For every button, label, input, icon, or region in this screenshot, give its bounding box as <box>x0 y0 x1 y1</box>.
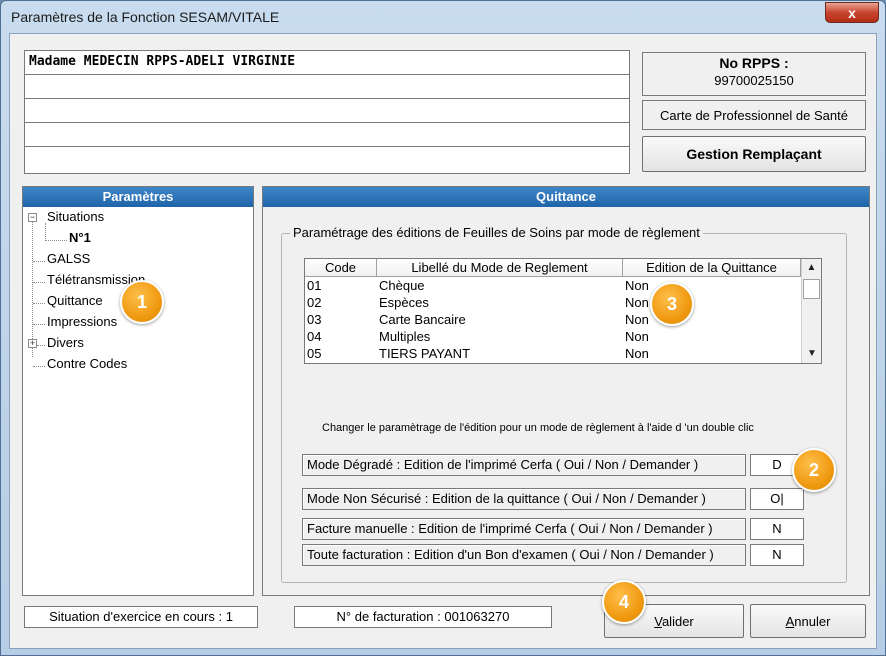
payment-mode-grid[interactable]: Code Libellé du Mode de Reglement Editio… <box>304 258 822 364</box>
column-header-edition[interactable]: Edition de la Quittance <box>623 259 801 276</box>
non-secure-mode-label: Mode Non Sécurisé : Edition de la quitta… <box>302 488 746 510</box>
annotation-badge: 1 <box>120 280 164 324</box>
rpps-label: No RPPS : <box>719 55 789 71</box>
cell-edition: Non <box>625 329 649 344</box>
annuler-button[interactable]: Annuler <box>750 604 866 638</box>
all-billing-label: Toute facturation : Edition d'un Bon d'e… <box>302 544 746 566</box>
column-header-code[interactable]: Code <box>305 259 377 276</box>
table-row[interactable]: 04 Multiples Non <box>305 328 821 345</box>
tree-line <box>45 223 46 241</box>
collapse-icon[interactable]: − <box>28 213 37 222</box>
scroll-up-icon[interactable]: ▲ <box>802 259 821 277</box>
tree-line <box>33 324 45 325</box>
tree-item-galss[interactable]: GALSS <box>47 251 90 266</box>
cell-edition: Non <box>625 346 649 361</box>
non-secure-mode-field[interactable]: O| <box>750 488 804 510</box>
parameters-header: Paramètres <box>23 187 253 207</box>
replacement-button[interactable]: Gestion Remplaçant <box>642 136 866 172</box>
close-button[interactable]: x <box>825 2 879 23</box>
card-type-label: Carte de Professionnel de Santé <box>660 107 848 123</box>
table-row[interactable]: 01 Chèque Non <box>305 277 821 294</box>
double-click-hint: Changer le paramètrage de l'édition pour… <box>322 422 754 434</box>
annotation-badge: 3 <box>650 282 694 326</box>
cell-edition: Non <box>625 278 649 293</box>
tree-item-n1[interactable]: N°1 <box>69 230 91 245</box>
cell-label: Carte Bancaire <box>379 312 466 327</box>
tree-item-impressions[interactable]: Impressions <box>47 314 117 329</box>
grid-scrollbar[interactable]: ▲ ▼ <box>801 259 821 363</box>
identity-line <box>25 99 629 123</box>
tree-item-divers[interactable]: Divers <box>47 335 84 350</box>
degraded-mode-label: Mode Dégradé : Edition de l'imprimé Cerf… <box>302 454 746 476</box>
status-facturation: N° de facturation : 001063270 <box>294 606 552 628</box>
tree-line <box>37 345 45 346</box>
cell-label: TIERS PAYANT <box>379 346 471 361</box>
tree-item-quittance[interactable]: Quittance <box>47 293 103 308</box>
tree-line <box>32 221 33 357</box>
all-billing-field[interactable]: N <box>750 544 804 566</box>
tree-line <box>45 240 67 241</box>
cell-label: Chèque <box>379 278 425 293</box>
dialog-window: Paramètres de la Fonction SESAM/VITALE x… <box>0 0 886 656</box>
tree-item-contre-codes[interactable]: Contre Codes <box>47 356 127 371</box>
close-icon: x <box>848 4 856 21</box>
parameters-panel: Paramètres − Situations N°1 GALSS Télétr… <box>22 186 254 596</box>
rpps-value: 99700025150 <box>714 73 794 88</box>
identity-line <box>25 75 629 99</box>
tree-line <box>33 282 45 283</box>
grid-header: Code Libellé du Mode de Reglement Editio… <box>305 259 821 277</box>
annuler-label: Annuler <box>785 613 831 629</box>
groupbox-title: Paramétrage des éditions de Feuilles de … <box>290 225 703 240</box>
cell-code: 02 <box>307 295 322 310</box>
valider-label: Valider <box>654 613 694 629</box>
tree-line <box>33 261 45 262</box>
identity-line <box>25 147 629 171</box>
column-header-label[interactable]: Libellé du Mode de Reglement <box>377 259 623 276</box>
rpps-box: No RPPS : 99700025150 <box>642 52 866 96</box>
annotation-badge: 4 <box>602 580 646 624</box>
quittance-panel: Quittance Paramétrage des éditions de Fe… <box>262 186 870 596</box>
dialog-client-area: Madame MEDECIN RPPS-ADELI VIRGINIE No RP… <box>9 33 877 649</box>
table-row[interactable]: 05 TIERS PAYANT Non <box>305 345 821 362</box>
expand-icon[interactable]: + <box>28 339 37 348</box>
cell-code: 01 <box>307 278 322 293</box>
parameters-tree: − Situations N°1 GALSS Télétransmission … <box>23 207 253 371</box>
manual-invoice-field[interactable]: N <box>750 518 804 540</box>
title-bar[interactable]: Paramètres de la Fonction SESAM/VITALE x <box>1 1 885 33</box>
tree-line <box>33 303 45 304</box>
scroll-thumb[interactable] <box>803 279 820 299</box>
cell-label: Espèces <box>379 295 429 310</box>
cell-edition: Non <box>625 312 649 327</box>
table-row[interactable]: 02 Espèces Non <box>305 294 821 311</box>
cell-code: 05 <box>307 346 322 361</box>
quittance-header: Quittance <box>263 187 869 207</box>
identity-line: Madame MEDECIN RPPS-ADELI VIRGINIE <box>25 51 629 75</box>
table-row[interactable]: 03 Carte Bancaire Non <box>305 311 821 328</box>
annotation-badge: 2 <box>792 448 836 492</box>
tree-line <box>33 366 45 367</box>
tree-item-situations[interactable]: Situations <box>47 209 104 224</box>
window-title: Paramètres de la Fonction SESAM/VITALE <box>11 9 280 25</box>
cell-code: 04 <box>307 329 322 344</box>
cell-label: Multiples <box>379 329 431 344</box>
identity-block: Madame MEDECIN RPPS-ADELI VIRGINIE <box>24 50 630 174</box>
status-situation: Situation d'exercice en cours : 1 <box>24 606 258 628</box>
edition-groupbox: Paramétrage des éditions de Feuilles de … <box>281 225 847 583</box>
cell-code: 03 <box>307 312 322 327</box>
scroll-down-icon[interactable]: ▼ <box>802 345 822 363</box>
identity-line <box>25 123 629 147</box>
card-type-box: Carte de Professionnel de Santé <box>642 100 866 130</box>
manual-invoice-label: Facture manuelle : Edition de l'imprimé … <box>302 518 746 540</box>
